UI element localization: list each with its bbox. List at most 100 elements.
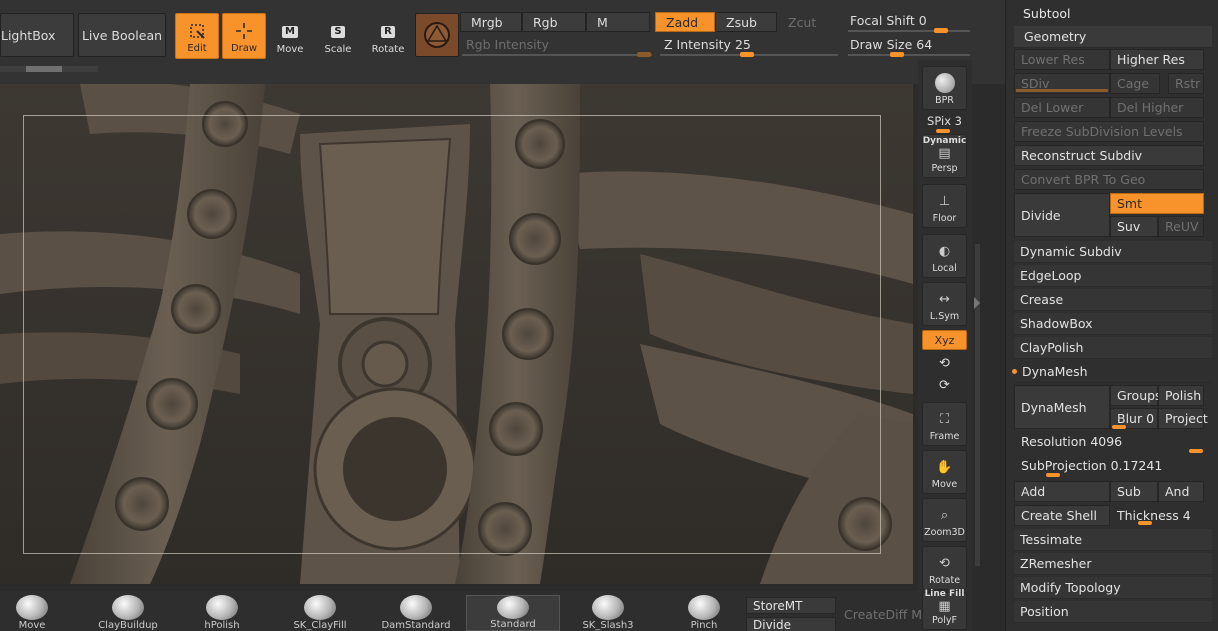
- local-button[interactable]: ◐ Local: [922, 234, 967, 278]
- zoom3d-button[interactable]: ⌕ Zoom3D: [922, 498, 967, 542]
- zsub-button[interactable]: Zsub: [715, 12, 777, 32]
- claypolish-header[interactable]: ClayPolish: [1014, 337, 1212, 359]
- xyz-button[interactable]: Xyz: [922, 330, 967, 350]
- rgb-button[interactable]: Rgb: [522, 12, 586, 32]
- bpr-button[interactable]: BPR: [922, 66, 967, 110]
- brush-hpolish[interactable]: hPolish: [182, 595, 262, 631]
- resolution-label: Resolution: [1021, 434, 1087, 449]
- resolution-slider[interactable]: Resolution 4096: [1014, 431, 1204, 452]
- spix-knob[interactable]: [936, 129, 950, 133]
- material-swatch-button[interactable]: [415, 13, 459, 57]
- brush-standard[interactable]: Standard: [466, 595, 560, 631]
- rotate-tool-button[interactable]: R Rotate: [366, 13, 410, 59]
- focal-shift-slider[interactable]: Focal Shift 0: [850, 13, 970, 28]
- convert-bpr-button[interactable]: Convert BPR To Geo: [1014, 169, 1204, 190]
- polyf-button[interactable]: Line Fill ▦ PolyF: [922, 589, 967, 630]
- rotate-y-icon[interactable]: ⟲: [922, 356, 967, 371]
- brush-sk-slash3[interactable]: SK_Slash3: [568, 595, 648, 631]
- rgb-intensity-label: Rgb Intensity: [466, 37, 549, 52]
- rotate-arrows-icon: ⟲: [939, 555, 950, 571]
- live-boolean-button[interactable]: Live Boolean: [78, 13, 166, 57]
- position-header[interactable]: Position: [1014, 601, 1212, 623]
- lightbox-button[interactable]: LightBox: [0, 13, 74, 57]
- scroll-indicator[interactable]: [0, 66, 98, 72]
- floor-button[interactable]: ⊥ Floor: [922, 184, 967, 228]
- resolution-knob[interactable]: [1189, 449, 1203, 453]
- groups-toggle[interactable]: Groups: [1110, 385, 1162, 406]
- reconstruct-subdiv-button[interactable]: Reconstruct Subdiv: [1014, 145, 1204, 166]
- brush-claybuildup-icon: [112, 595, 144, 620]
- brush-move[interactable]: Move: [0, 595, 72, 631]
- divide-bottom-button[interactable]: Divide: [746, 617, 836, 631]
- panel-collapse-arrow-icon[interactable]: [974, 297, 980, 309]
- rgb-intensity-slider[interactable]: Rgb Intensity: [466, 37, 654, 52]
- z-intensity-slider[interactable]: Z Intensity 25: [664, 37, 834, 52]
- shadowbox-header[interactable]: ShadowBox: [1014, 313, 1212, 335]
- create-shell-button[interactable]: Create Shell: [1014, 505, 1110, 526]
- spix-slider[interactable]: SPix 3: [922, 114, 967, 128]
- right-shelf: BPR SPix 3 Dynamic ▤ Persp ⊥ Floor ◐ Loc…: [918, 60, 972, 631]
- tessimate-header[interactable]: Tessimate: [1014, 529, 1212, 551]
- brush-damstandard[interactable]: DamStandard: [376, 595, 456, 631]
- brush-sk-clayfill[interactable]: SK_ClayFill: [280, 595, 360, 631]
- shelf-scrollbar[interactable]: [975, 244, 980, 566]
- mrgb-button[interactable]: Mrgb: [460, 12, 522, 32]
- higher-res-button[interactable]: Higher Res: [1110, 49, 1204, 70]
- thickness-knob[interactable]: [1138, 521, 1152, 525]
- dynamic-subdiv-header[interactable]: Dynamic Subdiv: [1014, 241, 1212, 263]
- create-diff-mesh-button[interactable]: CreateDiff M: [844, 607, 922, 622]
- blur-knob[interactable]: [1112, 425, 1126, 429]
- freeze-subdivision-button[interactable]: Freeze SubDivision Levels: [1014, 121, 1204, 142]
- and-button[interactable]: And: [1158, 481, 1204, 502]
- draw-size-slider[interactable]: Draw Size 64: [850, 37, 970, 52]
- brush-pinch[interactable]: Pinch: [664, 595, 744, 631]
- rotate-view-button[interactable]: ⟲ Rotate: [922, 546, 967, 590]
- canvas-viewport[interactable]: [0, 84, 913, 584]
- crease-header[interactable]: Crease: [1014, 289, 1212, 311]
- focal-shift-knob[interactable]: [934, 28, 948, 33]
- dynamic-label: Dynamic: [922, 136, 967, 146]
- rstr-button[interactable]: Rstr: [1168, 73, 1204, 94]
- brush-claybuildup[interactable]: ClayBuildup: [88, 595, 168, 631]
- subtool-header[interactable]: Subtool: [1023, 6, 1070, 21]
- top-toolbar: LightBox Live Boolean Edit Draw M Move S…: [0, 0, 1005, 84]
- lsym-button[interactable]: ↔ L.Sym: [922, 282, 967, 326]
- reuv-button[interactable]: ReUV: [1158, 216, 1204, 237]
- rotate-z-icon[interactable]: ⟳: [922, 378, 967, 393]
- polish-toggle[interactable]: Polish: [1158, 385, 1204, 406]
- del-lower-button[interactable]: Del Lower: [1014, 97, 1110, 118]
- zadd-button[interactable]: Zadd: [655, 12, 715, 32]
- sub-button[interactable]: Sub: [1110, 481, 1158, 502]
- subprojection-knob[interactable]: [1046, 473, 1060, 477]
- zremesher-header[interactable]: ZRemesher: [1014, 553, 1212, 575]
- m-button[interactable]: M: [586, 12, 650, 32]
- zcut-button[interactable]: Zcut: [777, 12, 837, 32]
- divide-button[interactable]: Divide: [1014, 193, 1110, 237]
- persp-button[interactable]: Dynamic ▤ Persp: [922, 134, 967, 178]
- dynamesh-button[interactable]: DynaMesh: [1014, 385, 1110, 429]
- move-key-icon: M: [282, 26, 298, 38]
- subprojection-slider[interactable]: SubProjection 0.17241: [1014, 455, 1204, 476]
- frame-button[interactable]: ⛶ Frame: [922, 402, 967, 446]
- suv-toggle[interactable]: Suv: [1110, 216, 1158, 237]
- draw-size-knob[interactable]: [890, 52, 904, 57]
- edgeloop-header[interactable]: EdgeLoop: [1014, 265, 1212, 287]
- lower-res-button[interactable]: Lower Res: [1014, 49, 1110, 70]
- del-higher-button[interactable]: Del Higher: [1110, 97, 1204, 118]
- move-view-button[interactable]: ✋ Move: [922, 450, 967, 494]
- smt-toggle[interactable]: Smt: [1110, 193, 1204, 214]
- scale-tool-button[interactable]: S Scale: [316, 13, 360, 59]
- storemt-button[interactable]: StoreMT: [746, 597, 836, 614]
- rgb-intensity-knob[interactable]: [637, 52, 651, 57]
- geometry-header[interactable]: Geometry: [1014, 26, 1212, 48]
- modify-topology-header[interactable]: Modify Topology: [1014, 577, 1212, 599]
- thickness-slider[interactable]: Thickness 4: [1110, 505, 1204, 526]
- dynamesh-header[interactable]: DynaMesh: [1012, 361, 1212, 383]
- move-tool-button[interactable]: M Move: [268, 13, 312, 59]
- z-intensity-knob[interactable]: [740, 52, 754, 57]
- project-toggle[interactable]: Project: [1158, 408, 1208, 429]
- edit-button[interactable]: Edit: [175, 13, 219, 59]
- draw-button[interactable]: Draw: [222, 13, 266, 59]
- cage-button[interactable]: Cage: [1110, 73, 1160, 94]
- add-button[interactable]: Add: [1014, 481, 1110, 502]
